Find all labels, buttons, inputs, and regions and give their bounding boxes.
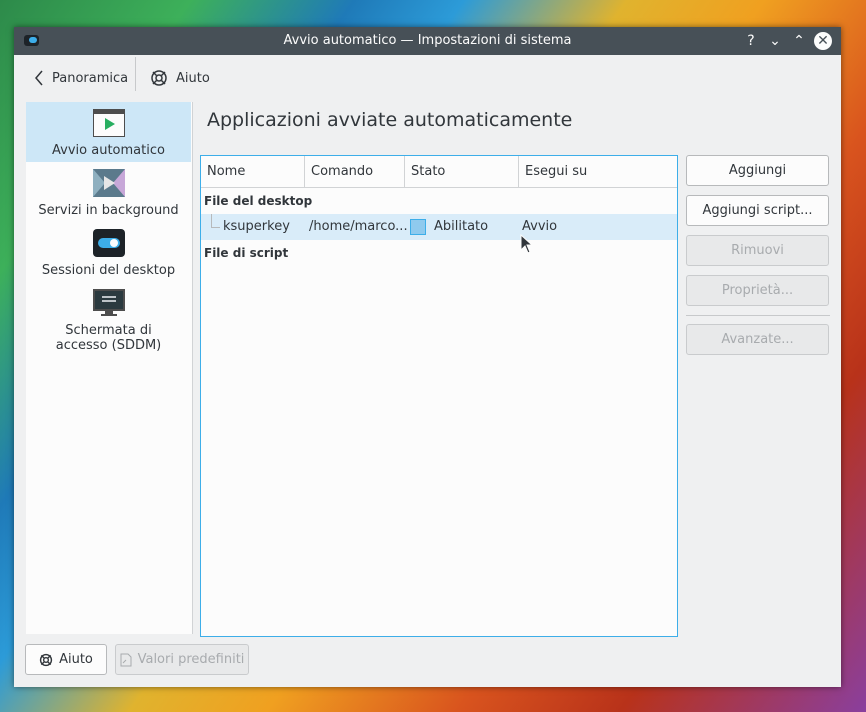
actions-separator xyxy=(686,315,830,316)
sidebar-item-label: Servizi in background xyxy=(38,203,179,218)
defaults-button-label: Valori predefiniti xyxy=(137,652,245,667)
toolbar: Panoramica Aiuto xyxy=(14,55,841,100)
minimize-button[interactable]: ⌄ xyxy=(765,31,785,51)
autostart-table[interactable]: Nome Comando Stato Esegui su File del de… xyxy=(200,155,678,637)
column-header-run-on[interactable]: Esegui su xyxy=(519,156,677,187)
back-label: Panoramica xyxy=(52,70,129,86)
sidebar-item-label: Avvio automatico xyxy=(52,143,165,158)
help-button-label: Aiuto xyxy=(59,652,93,667)
remove-button[interactable]: Rimuovi xyxy=(686,235,829,266)
close-button[interactable]: ✕ xyxy=(814,32,832,50)
table-row[interactable]: ksuperkey /home/marco... Abilitato Avvio xyxy=(201,214,677,240)
group-desktop-files[interactable]: File del desktop xyxy=(204,194,312,208)
login-screen-icon xyxy=(92,289,125,317)
properties-button[interactable]: Proprietà... xyxy=(686,275,829,306)
advanced-button[interactable]: Avanzate... xyxy=(686,324,829,355)
help-label: Aiuto xyxy=(176,70,210,86)
sidebar-item-login-screen[interactable]: Schermata di accesso (SDDM) xyxy=(26,289,191,353)
help-button[interactable]: Aiuto xyxy=(25,644,107,675)
defaults-button[interactable]: Valori predefiniti xyxy=(115,644,249,675)
sidebar-item-label: Sessioni del desktop xyxy=(41,263,176,278)
lifebuoy-icon xyxy=(151,70,167,86)
maximize-button[interactable]: ⌃ xyxy=(789,31,809,51)
column-header-name[interactable]: Nome xyxy=(201,156,305,187)
lifebuoy-icon xyxy=(39,653,53,666)
row-status: Abilitato xyxy=(434,219,489,234)
table-header: Nome Comando Stato Esegui su xyxy=(201,156,677,188)
sidebar-item-label: Schermata di accesso (SDDM) xyxy=(55,323,162,353)
document-revert-icon xyxy=(120,653,132,666)
row-command: /home/marco... xyxy=(309,219,408,234)
sidebar-item-desktop-sessions[interactable]: Sessioni del desktop xyxy=(26,229,191,278)
help-icon[interactable]: ? xyxy=(741,31,761,51)
back-button[interactable]: Panoramica xyxy=(34,66,128,90)
page-title: Applicazioni avviate automaticamente xyxy=(207,109,573,131)
row-name: ksuperkey xyxy=(223,219,290,234)
add-script-button[interactable]: Aggiungi script... xyxy=(686,195,829,226)
group-script-files[interactable]: File di script xyxy=(204,246,288,260)
sidebar: Avvio automatico Servizi in background S… xyxy=(26,102,193,634)
title-bar[interactable]: Avvio automatico — Impostazioni di siste… xyxy=(14,27,841,55)
add-program-button[interactable]: Aggiungi programma... xyxy=(686,155,829,207)
column-header-status[interactable]: Stato xyxy=(405,156,519,187)
toggle-session-icon xyxy=(92,229,125,257)
mouse-cursor-icon xyxy=(520,234,532,254)
services-icon xyxy=(92,169,125,197)
enabled-checkbox[interactable] xyxy=(410,219,426,235)
toolbar-separator xyxy=(135,57,136,91)
play-window-icon xyxy=(91,108,126,138)
help-toolbar-button[interactable]: Aiuto xyxy=(150,66,210,90)
tree-branch-line xyxy=(211,214,220,228)
sidebar-item-autostart[interactable]: Avvio automatico xyxy=(26,102,191,162)
column-header-command[interactable]: Comando xyxy=(305,156,405,187)
sidebar-item-background-services[interactable]: Servizi in background xyxy=(26,169,191,218)
window-title: Avvio automatico — Impostazioni di siste… xyxy=(283,33,572,48)
settings-window: Avvio automatico — Impostazioni di siste… xyxy=(14,27,841,687)
chevron-left-icon xyxy=(35,70,43,86)
